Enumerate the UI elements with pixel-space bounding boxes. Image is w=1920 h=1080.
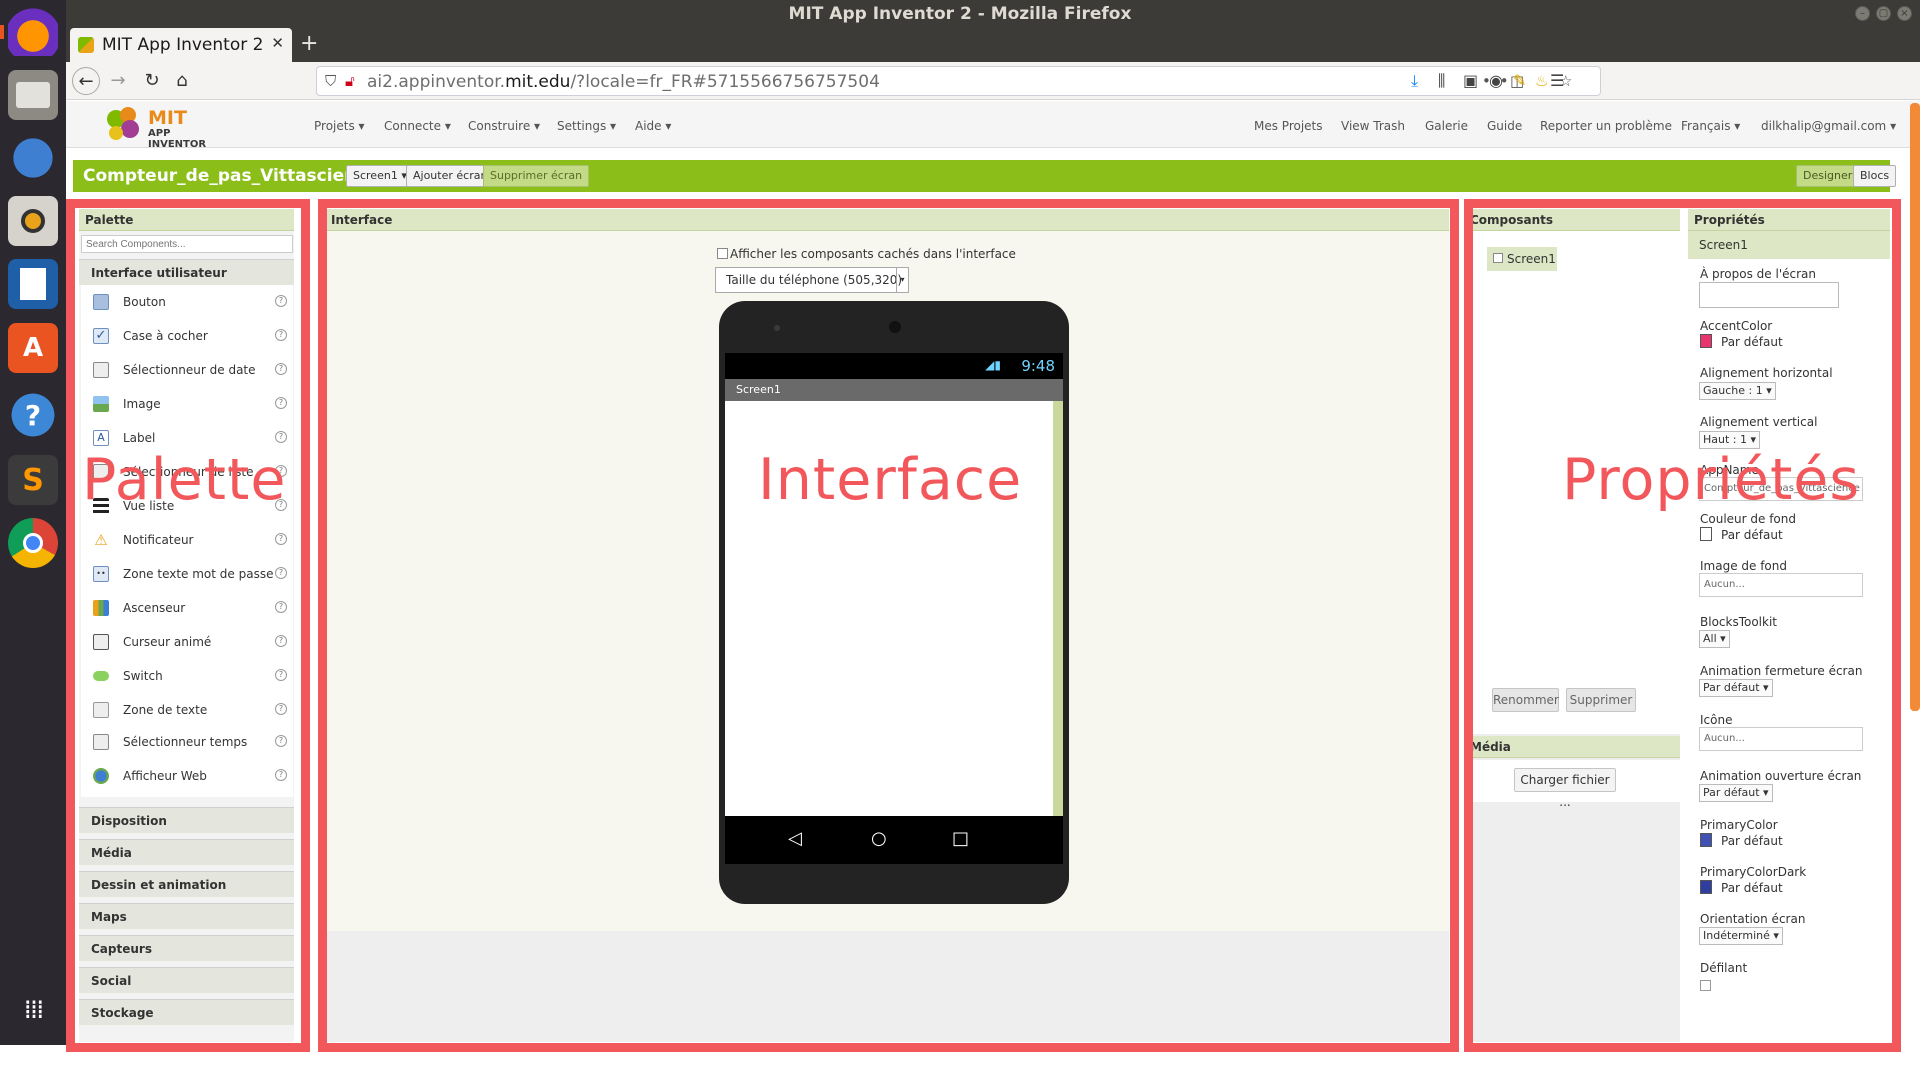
app-inventor-logo-icon [107,107,139,140]
palette-annotation-label: Palette [82,447,287,513]
window-title: MIT App Inventor 2 - Mozilla Firefox [788,4,1132,24]
menu-projects[interactable]: Projets ▾ [314,119,365,133]
sidebar-icon[interactable]: ▣ [1463,71,1478,90]
project-name: Compteur_de_pas_Vittascience [83,166,378,186]
menu-icon[interactable]: ☰ [1550,71,1564,90]
url-domain: mit.edu [505,72,571,92]
files-icon[interactable] [8,70,58,120]
close-tab-icon[interactable]: ✕ [271,34,284,52]
window-titlebar: MIT App Inventor 2 - Mozilla Firefox – ▢… [0,0,1920,28]
mit-app-inventor-logo[interactable]: MIT APP INVENTOR [104,105,224,150]
insecure-lock-icon[interactable]: 🔓︎ [345,72,355,90]
back-icon[interactable]: ← [72,67,100,95]
logo-subtitle: APP INVENTOR [148,128,207,150]
link-gallery[interactable]: Galerie [1425,119,1468,133]
thunderbird-icon[interactable] [8,133,58,183]
project-toolbar: Compteur_de_pas_Vittascience Screen1 ▾ A… [73,160,1897,192]
libreoffice-writer-icon[interactable] [8,259,58,309]
downloads-icon[interactable]: ⤓ [1411,71,1418,91]
menu-settings[interactable]: Settings ▾ [557,119,616,133]
firefox-icon[interactable] [8,6,58,56]
java-icon[interactable]: ♨ [1535,72,1548,90]
extension-icon[interactable]: ✎ [1513,71,1526,90]
new-tab-button[interactable]: + [300,31,318,56]
app-inventor-page: MIT APP INVENTOR Projets ▾ Connecte ▾ Co… [66,101,1920,1052]
menu-build[interactable]: Construire ▾ [468,119,540,133]
tab-title: MIT App Inventor 2 [102,35,264,55]
palette-annotation-frame [66,199,310,1052]
language-menu[interactable]: Français ▾ [1681,119,1740,133]
menu-help[interactable]: Aide ▾ [635,119,671,133]
rhythmbox-icon[interactable] [8,196,58,246]
chrome-icon[interactable] [8,518,58,568]
properties-annotation-label: Propriétés [1562,447,1861,513]
software-center-icon[interactable]: A [8,323,58,373]
interface-annotation-frame [318,199,1459,1052]
interface-annotation-label: Interface [758,447,1023,513]
forward-icon[interactable]: → [104,67,132,95]
tab-strip: MIT App Inventor 2 ✕ + [66,28,1920,62]
delete-screen-button[interactable]: Supprimer écran [483,165,590,187]
url-bar[interactable]: ⛉ 🔓︎ ai2.appinventor.mit.edu/?locale=fr_… [316,66,1601,96]
blocks-button[interactable]: Blocs [1853,165,1897,187]
ai-header: MIT APP INVENTOR Projets ▾ Connecte ▾ Co… [66,101,1920,150]
menu-connect[interactable]: Connecte ▾ [384,119,451,133]
link-guide[interactable]: Guide [1487,119,1522,133]
url-prefix: ai2.appinventor. [367,72,506,92]
browser-tab[interactable]: MIT App Inventor 2 ✕ [70,28,292,62]
close-window-button[interactable]: × [1897,6,1912,21]
help-icon[interactable]: ? [8,390,58,440]
reload-icon[interactable]: ↻ [138,67,166,95]
active-app-indicator [0,25,4,39]
properties-annotation-frame [1464,199,1901,1052]
account-icon[interactable]: ◉ [1489,71,1503,90]
launcher-dock: A ? S ⁞⁞⁞ [0,0,66,1045]
url-rest: /?locale=fr_FR#5715566756757504 [570,72,880,92]
navigation-toolbar: ← → ↻ ⌂ ⛉ 🔓︎ ai2.appinventor.mit.edu/?lo… [66,62,1920,100]
screen-select[interactable]: Screen1 ▾ [346,165,414,187]
home-icon[interactable]: ⌂ [168,67,196,95]
app-inventor-favicon-icon [78,37,94,53]
url-text[interactable]: ai2.appinventor.mit.edu/?locale=fr_FR#57… [367,72,880,92]
link-my-projects[interactable]: Mes Projets [1254,119,1323,133]
app-grid-icon[interactable]: ⁞⁞⁞ [8,985,58,1035]
page-scrollbar[interactable] [1910,103,1920,711]
sublime-text-icon[interactable]: S [8,455,58,505]
shield-icon[interactable]: ⛉ [325,72,336,90]
account-menu[interactable]: dilkhalip@gmail.com ▾ [1761,119,1896,133]
link-report-problem[interactable]: Reporter un problème [1540,119,1672,133]
library-icon[interactable]: ⫼ [1438,71,1445,91]
logo-title: MIT [148,107,187,129]
maximize-button[interactable]: ▢ [1876,6,1891,21]
link-view-trash[interactable]: View Trash [1341,119,1405,133]
minimize-button[interactable]: – [1855,6,1870,21]
designer-button[interactable]: Designer [1796,165,1860,187]
